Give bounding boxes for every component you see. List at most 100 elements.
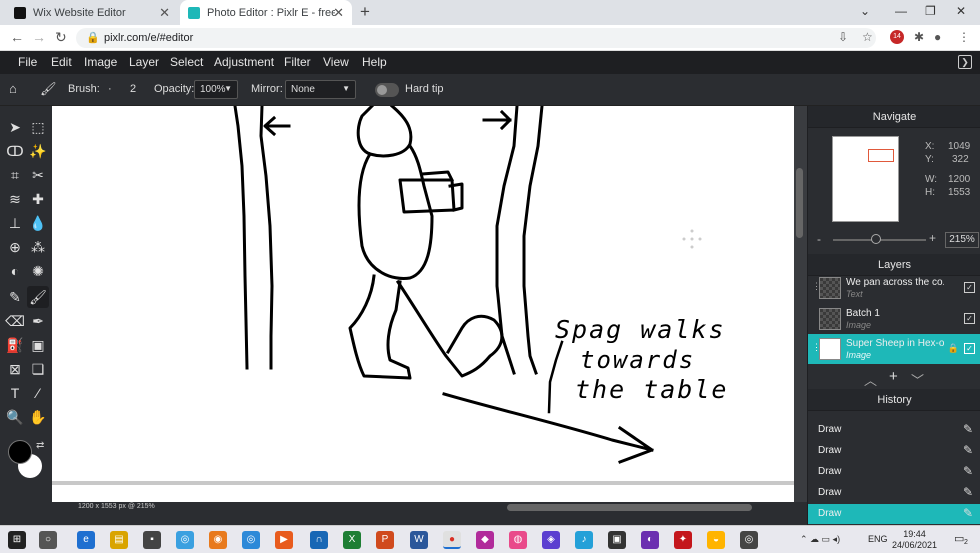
horizontal-scrollbar[interactable]	[507, 504, 752, 511]
history-item[interactable]: Draw ✎	[808, 420, 980, 440]
headphones-icon[interactable]: ∩	[310, 531, 328, 549]
zoom-out-button[interactable]: -	[817, 232, 821, 246]
menu-edit[interactable]: Edit	[51, 55, 72, 69]
vertical-scrollbar[interactable]	[796, 168, 803, 238]
move-layer-down-icon[interactable]: ﹀	[911, 370, 924, 389]
reload-icon[interactable]: ↻	[55, 29, 67, 46]
history-item[interactable]: Draw ✎	[808, 462, 980, 482]
heal-tool-icon[interactable]: ✚	[27, 188, 49, 210]
install-icon[interactable]: ⇩	[838, 30, 848, 44]
arrange-tool-icon[interactable]: ➤	[4, 116, 26, 138]
address-bar[interactable]: 🔒 pixlr.com/e/#editor	[76, 28, 876, 48]
bookmark-star-icon[interactable]: ☆	[862, 30, 873, 44]
eyedropper-tool-icon[interactable]: ⁄	[27, 382, 49, 404]
more-menu-icon[interactable]: ⋮	[958, 30, 970, 44]
wand-tool-icon[interactable]: ✨	[27, 140, 49, 162]
blur-tool-icon[interactable]: 💧	[27, 212, 49, 234]
zoom-tool-icon[interactable]: 🔍	[4, 406, 26, 428]
brush-size[interactable]: 2	[130, 83, 136, 95]
cutout-tool-icon[interactable]: ✂	[27, 164, 49, 186]
eraser-tool-icon[interactable]: ⌫	[4, 310, 26, 332]
menu-filter[interactable]: Filter	[284, 55, 311, 69]
layer-visibility-checkbox[interactable]: ✓	[964, 313, 975, 324]
history-item[interactable]: Draw ✎	[808, 441, 980, 461]
replace-color-tool-icon[interactable]: ✒	[27, 310, 49, 332]
tab-pixlr[interactable]: Photo Editor : Pixlr E - free image ✕	[180, 0, 352, 25]
media-player-icon[interactable]: ▶	[275, 531, 293, 549]
menu-file[interactable]: File	[18, 55, 37, 69]
taskbar-app-icon[interactable]: ◍	[509, 531, 527, 549]
home-icon[interactable]: ⌂	[9, 81, 17, 96]
zoom-slider-handle[interactable]	[871, 234, 881, 244]
blender-icon[interactable]: ◉	[209, 531, 227, 549]
taskbar-app-icon[interactable]: ◐	[641, 531, 659, 549]
taskbar-app-icon[interactable]: ▪	[143, 531, 161, 549]
fill-tool-icon[interactable]: ⛽	[4, 334, 26, 356]
close-tab-icon[interactable]: ✕	[333, 5, 344, 21]
file-explorer-icon[interactable]: ▤	[110, 531, 128, 549]
brush-tool-icon[interactable]: 🖌	[27, 286, 49, 308]
close-tab-icon[interactable]: ✕	[159, 5, 170, 21]
excel-icon[interactable]: X	[343, 531, 361, 549]
menu-adjustment[interactable]: Adjustment	[214, 55, 274, 69]
extensions-icon[interactable]: ✱	[914, 30, 924, 44]
menu-image[interactable]: Image	[84, 55, 117, 69]
system-clock[interactable]: 19:44 24/06/2021	[892, 529, 937, 551]
history-header[interactable]: History	[808, 389, 980, 411]
marquee-tool-icon[interactable]: ⬚	[27, 116, 49, 138]
taskbar-app-icon[interactable]: ▣	[608, 531, 626, 549]
sticker-tool-icon[interactable]: ❏	[27, 358, 49, 380]
minimize-icon[interactable]: —	[895, 4, 907, 18]
layer-visibility-checkbox[interactable]: ✓	[964, 343, 975, 354]
hard-tip-toggle[interactable]	[375, 83, 399, 97]
hand-tool-icon[interactable]: ✋	[27, 406, 49, 428]
taskbar-app-icon[interactable]: ◎	[242, 531, 260, 549]
add-layer-icon[interactable]: +	[889, 368, 898, 385]
maximize-icon[interactable]: ❐	[925, 4, 936, 18]
gradient-tool-icon[interactable]: ▣	[27, 334, 49, 356]
back-icon[interactable]: ←	[10, 29, 24, 45]
drawing-canvas[interactable]: Spag walks towards the table	[52, 106, 794, 481]
crop-tool-icon[interactable]: ⌗	[4, 164, 26, 186]
spot-tool-icon[interactable]: ⁂	[27, 236, 49, 258]
new-tab-button[interactable]: +	[360, 2, 370, 22]
close-window-icon[interactable]: ✕	[956, 4, 966, 18]
burn-tool-icon[interactable]: ✺	[27, 260, 49, 282]
menu-select[interactable]: Select	[170, 55, 203, 69]
clone-tool-icon[interactable]: ⊥	[4, 212, 26, 234]
swap-colors-icon[interactable]: ⇄	[36, 440, 44, 451]
taskbar-app-icon[interactable]: ◒	[707, 531, 725, 549]
menu-help[interactable]: Help	[362, 55, 387, 69]
navigator-thumbnail[interactable]	[832, 136, 899, 222]
profile-avatar-icon[interactable]: ●	[934, 30, 941, 44]
dodge-tool-icon[interactable]: ◐	[4, 260, 26, 282]
menu-view[interactable]: View	[323, 55, 349, 69]
panel-toggle-icon[interactable]: ❯	[958, 55, 972, 69]
powerpoint-icon[interactable]: P	[376, 531, 394, 549]
layer-item[interactable]: Batch 1 Image ✓	[808, 304, 980, 334]
mirror-dropdown[interactable]: None ▼	[285, 80, 356, 99]
extension-badge[interactable]: 14	[890, 30, 904, 44]
navigator-viewport[interactable]	[868, 149, 894, 162]
text-tool-icon[interactable]: T	[4, 382, 26, 404]
layer-item-selected[interactable]: ⋮ Super Sheep in Hex-o'... Image 🔒 ✓	[808, 334, 980, 364]
language-indicator[interactable]: ENG	[868, 534, 888, 544]
lasso-tool-icon[interactable]: ↀ	[4, 140, 26, 162]
forward-icon[interactable]: →	[32, 29, 46, 45]
move-layer-up-icon[interactable]: ︿	[864, 370, 877, 389]
opacity-dropdown[interactable]: 100% ▼	[194, 80, 238, 99]
navigate-header[interactable]: Navigate	[808, 106, 980, 128]
tab-search-icon[interactable]: ⌄	[860, 4, 870, 18]
taskbar-app-icon[interactable]: ◈	[542, 531, 560, 549]
chrome-icon[interactable]: ●	[443, 531, 461, 549]
sponge-tool-icon[interactable]: ⊕	[4, 236, 26, 258]
tray-icons[interactable]: ⌃ ☁ ▭ ◂)	[800, 534, 840, 545]
start-icon[interactable]: ⊞	[8, 531, 26, 549]
word-icon[interactable]: W	[410, 531, 428, 549]
history-item-selected[interactable]: Draw ✎	[808, 504, 980, 524]
pencil-tool-icon[interactable]: ✎	[4, 286, 26, 308]
foreground-color-swatch[interactable]	[8, 440, 32, 464]
search-icon[interactable]: ○	[39, 531, 57, 549]
history-item[interactable]: Draw ✎	[808, 483, 980, 503]
liquify-tool-icon[interactable]: ≋	[4, 188, 26, 210]
